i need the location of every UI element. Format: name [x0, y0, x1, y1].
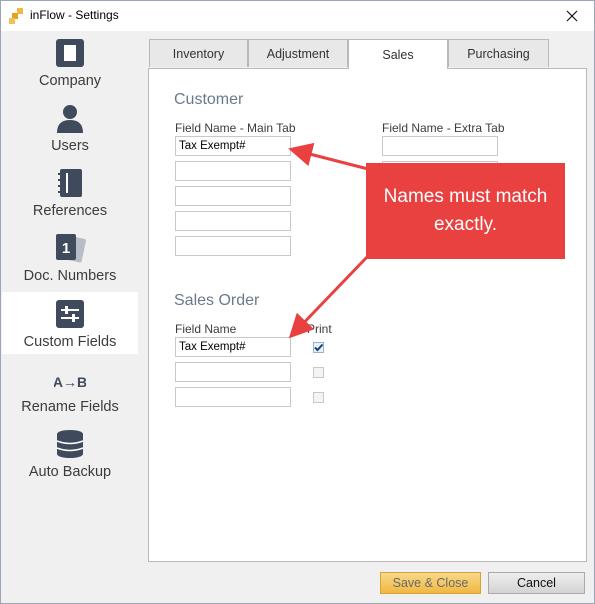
sidebar-item-custom-fields[interactable]: Custom Fields [2, 292, 138, 354]
extra-tab-field-label: Field Name - Extra Tab [382, 121, 505, 135]
document-number-icon: 1 [56, 234, 86, 263]
customer-extra-field-1[interactable] [382, 136, 498, 156]
cancel-button[interactable]: Cancel [488, 572, 585, 594]
rename-icon: A→B [54, 374, 86, 390]
customer-main-field-4[interactable] [175, 211, 291, 231]
customer-section-title: Customer [174, 91, 244, 108]
customer-main-field-1[interactable] [175, 136, 291, 156]
user-icon [57, 105, 83, 133]
sidebar-item-rename-fields[interactable]: A→B Rename Fields [2, 357, 138, 419]
rename-glyph: A→B [54, 374, 86, 390]
sidebar-item-doc-numbers[interactable]: 1 Doc. Numbers [2, 226, 138, 288]
print-checkbox-1[interactable] [313, 342, 324, 353]
print-checkbox-2[interactable] [313, 367, 324, 378]
sidebar-item-label: Auto Backup [28, 464, 112, 480]
sidebar-item-references[interactable]: References [2, 161, 138, 223]
building-icon [56, 39, 84, 67]
sales-order-field-1[interactable] [175, 337, 291, 357]
close-icon [566, 10, 578, 21]
settings-sidebar: Company Users References 1 Doc. Numbers [0, 31, 140, 531]
sales-order-field-3[interactable] [175, 387, 291, 407]
window-title: inFlow - Settings [30, 8, 119, 22]
doc-number-badge: 1 [62, 240, 70, 257]
sliders-icon [56, 300, 84, 328]
customer-main-field-2[interactable] [175, 161, 291, 181]
tab-inventory[interactable]: Inventory [149, 39, 248, 67]
notebook-icon [58, 169, 82, 197]
title-bar: inFlow - Settings [0, 0, 595, 31]
sales-order-field-2[interactable] [175, 362, 291, 382]
sales-order-field-name-label: Field Name [175, 322, 237, 336]
sidebar-item-auto-backup[interactable]: Auto Backup [2, 422, 138, 484]
tab-purchasing[interactable]: Purchasing [448, 39, 549, 67]
sidebar-item-label: References [32, 203, 108, 219]
save-close-button[interactable]: Save & Close [380, 572, 481, 594]
sales-order-print-label: Print [307, 322, 332, 336]
print-checkbox-3[interactable] [313, 392, 324, 403]
sidebar-item-label: Doc. Numbers [23, 268, 117, 284]
sidebar-item-users[interactable]: Users [2, 96, 138, 158]
close-button[interactable] [549, 0, 595, 31]
main-tab-field-label: Field Name - Main Tab [175, 121, 296, 135]
tab-sales[interactable]: Sales [348, 39, 448, 69]
tab-adjustment[interactable]: Adjustment [248, 39, 348, 67]
checkmark-icon [314, 343, 324, 352]
sidebar-item-label: Users [51, 138, 89, 154]
sidebar-item-company[interactable]: Company [2, 31, 138, 93]
sidebar-item-label: Rename Fields [21, 399, 119, 415]
sales-order-section-title: Sales Order [174, 292, 260, 309]
customer-main-field-5[interactable] [175, 236, 291, 256]
database-icon [56, 430, 84, 458]
customer-main-field-3[interactable] [175, 186, 291, 206]
inflow-logo-icon [9, 8, 23, 24]
sidebar-item-label: Company [38, 73, 102, 89]
sidebar-item-label: Custom Fields [23, 334, 117, 350]
callout-note: Names must match exactly. [366, 163, 565, 259]
